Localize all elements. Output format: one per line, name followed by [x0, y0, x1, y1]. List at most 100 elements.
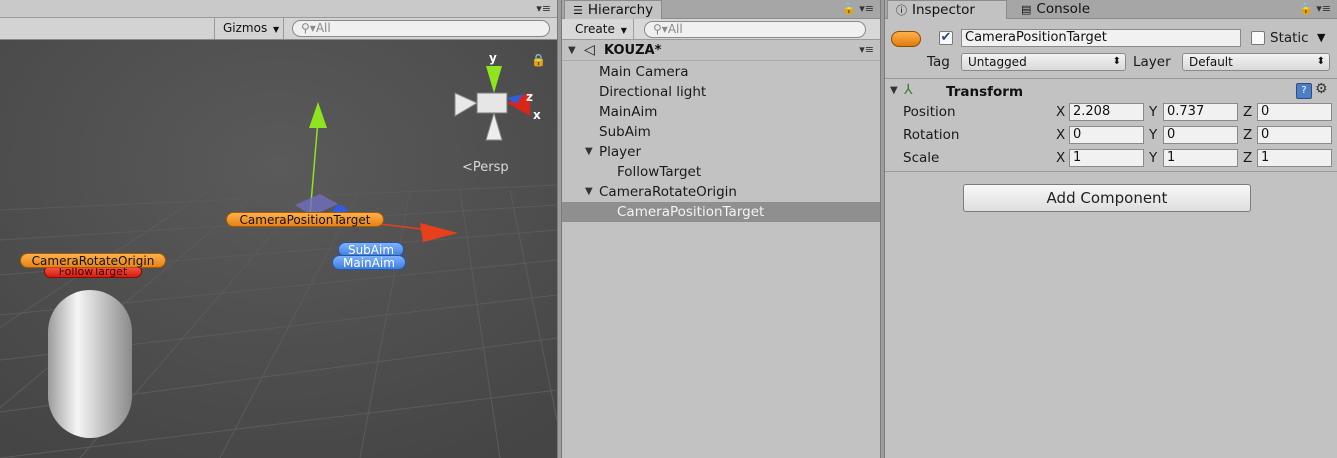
rotation-label: Rotation [903, 127, 960, 143]
chevron-down-icon: ▼ [620, 26, 627, 35]
inspector-panel: ⓘ Inspector ▤ Console 🔒 ▾≡ ✔ CameraPositio… [885, 0, 1337, 458]
add-component-button[interactable]: Add Component [963, 184, 1251, 212]
scene-menu-icon[interactable]: ▾≡ [859, 43, 874, 56]
unity-logo-icon: ◁ [584, 42, 595, 58]
scale-x-field[interactable]: 1 [1069, 149, 1144, 167]
gear-icon[interactable]: ⚙ [1315, 81, 1328, 97]
hierarchy-item-label: Player [599, 144, 642, 160]
info-icon: ⓘ [896, 4, 907, 17]
list-icon: ☰ [573, 4, 583, 17]
hierarchy-item-camera-position-target[interactable]: CameraPositionTarget [562, 202, 880, 222]
panel-menu-icon[interactable]: ▾≡ [1316, 2, 1331, 15]
rotation-y-label[interactable]: Y [1149, 127, 1157, 143]
scene-name: KOUZA* [604, 43, 662, 58]
gizmos-dropdown[interactable]: Gizmos ▼ [214, 18, 284, 39]
camera-rotate-origin-label[interactable]: CameraRotateOrigin [20, 253, 166, 268]
rotation-x-field[interactable]: 0 [1069, 126, 1144, 144]
scene-toolbar: Gizmos ▼ ⚲▾All [0, 18, 557, 40]
console-icon: ▤ [1021, 3, 1032, 16]
scale-z-field[interactable]: 1 [1257, 149, 1332, 167]
position-x-field[interactable]: 2.208 [1069, 103, 1144, 121]
hierarchy-item-main-camera[interactable]: Main Camera [562, 62, 880, 82]
rotation-y-field[interactable]: 0 [1163, 126, 1238, 144]
scene-view[interactable]: ▾≡ Gizmos ▼ ⚲▾All y z x 🔒 <Persp CameraP… [0, 0, 557, 458]
tab-console[interactable]: ▤ Console [1013, 0, 1098, 19]
hierarchy-item-label: CameraPositionTarget [617, 204, 765, 220]
main-aim-label[interactable]: MainAim [332, 255, 406, 270]
rotation-x-label[interactable]: X [1056, 127, 1065, 143]
lock-icon[interactable]: 🔒 [1299, 2, 1313, 15]
axis-y-label: y [489, 51, 497, 65]
tab-hierarchy[interactable]: ☰ Hierarchy [564, 0, 663, 19]
panel-menu-icon[interactable]: ▾≡ [859, 2, 874, 15]
position-y-label[interactable]: Y [1149, 104, 1157, 120]
hierarchy-item-label: MainAim [599, 104, 658, 120]
scene-tab-strip: ▾≡ [0, 0, 557, 18]
persp-label: <Persp [462, 160, 509, 175]
hierarchy-item-camera-rotate-origin[interactable]: ▼ CameraRotateOrigin [562, 182, 880, 202]
create-dropdown[interactable]: Create ▼ [562, 19, 634, 39]
scene-viewport[interactable]: y z x 🔒 <Persp [0, 40, 557, 458]
hierarchy-toolbar: Create ▼ ⚲▾All [562, 19, 880, 40]
scale-x-label[interactable]: X [1056, 150, 1065, 166]
tag-dropdown[interactable]: Untagged ⬍ [961, 53, 1126, 71]
tab-hierarchy-label: Hierarchy [587, 2, 654, 18]
hierarchy-item-follow-target[interactable]: FollowTarget [562, 162, 880, 182]
hierarchy-item-player[interactable]: ▼ Player [562, 142, 880, 162]
hierarchy-search-placeholder: All [667, 22, 683, 36]
static-dropdown-arrow-icon[interactable]: ▼ [1317, 31, 1325, 44]
capsule-mesh [48, 290, 132, 438]
lock-icon: 🔒 [531, 53, 546, 67]
scale-z-label[interactable]: Z [1243, 150, 1252, 166]
position-z-field[interactable]: 0 [1257, 103, 1332, 121]
scale-y-label[interactable]: Y [1149, 150, 1157, 166]
rotation-z-label[interactable]: Z [1243, 127, 1252, 143]
expand-triangle-icon[interactable]: ▼ [585, 142, 593, 162]
rotation-z-field[interactable]: 0 [1257, 126, 1332, 144]
help-book-icon[interactable]: ? [1296, 83, 1312, 99]
transform-axes-icon: ⅄ [904, 82, 913, 98]
hierarchy-item-directional-light[interactable]: Directional light [562, 82, 880, 102]
position-x-label[interactable]: X [1056, 104, 1065, 120]
expand-triangle-icon[interactable]: ▼ [568, 45, 576, 56]
transform-header[interactable]: ▼ ⅄ Transform ? ⚙ [885, 80, 1337, 102]
object-name-field[interactable]: CameraPositionTarget [961, 29, 1241, 47]
scale-y-field[interactable]: 1 [1163, 149, 1238, 167]
position-y-field[interactable]: 0.737 [1163, 103, 1238, 121]
static-checkbox[interactable] [1251, 31, 1265, 45]
hierarchy-item-main-aim[interactable]: MainAim [562, 102, 880, 122]
gizmos-label: Gizmos [223, 21, 268, 35]
hierarchy-item-label: FollowTarget [617, 164, 702, 180]
hierarchy-search-input[interactable]: ⚲▾All [644, 21, 866, 38]
inspector-tab-bar: ⓘ Inspector ▤ Console 🔒 ▾≡ [885, 0, 1337, 19]
scene-root-row[interactable]: ▼ ◁ KOUZA* ▾≡ [562, 41, 880, 61]
hierarchy-item-label: SubAim [599, 124, 651, 140]
scene-panel-menu-icon[interactable]: ▾≡ [536, 2, 551, 15]
hierarchy-item-label: Directional light [599, 84, 707, 100]
gameobject-icon[interactable] [891, 31, 921, 47]
lock-icon[interactable]: 🔒 [842, 2, 856, 15]
axis-z-label: z [526, 90, 533, 104]
search-icon: ⚲▾ [653, 22, 668, 36]
scene-search-input[interactable]: ⚲▾All [292, 20, 550, 37]
search-icon: ⚲▾ [301, 21, 316, 35]
hierarchy-item-sub-aim[interactable]: SubAim [562, 122, 880, 142]
active-checkbox[interactable]: ✔ [939, 31, 953, 45]
persp-chevron-icon: < [462, 160, 473, 175]
tab-inspector-label: Inspector [912, 2, 975, 18]
create-label: Create [575, 22, 615, 36]
position-label: Position [903, 104, 956, 120]
chevron-down-icon: ▼ [273, 25, 280, 34]
expand-triangle-icon[interactable]: ▼ [585, 182, 593, 202]
transform-title: Transform [946, 84, 1024, 100]
position-z-label[interactable]: Z [1243, 104, 1252, 120]
divider [885, 171, 1337, 172]
tag-label: Tag [927, 54, 950, 70]
layer-dropdown[interactable]: Default ⬍ [1182, 53, 1330, 71]
hierarchy-tab-bar: ☰ Hierarchy 🔒 ▾≡ [562, 0, 880, 19]
tag-value: Untagged [968, 55, 1027, 69]
expand-triangle-icon[interactable]: ▼ [890, 85, 898, 96]
camera-position-target-label[interactable]: CameraPositionTarget [226, 212, 384, 227]
tab-inspector[interactable]: ⓘ Inspector [887, 0, 1007, 19]
layer-label: Layer [1133, 54, 1171, 70]
